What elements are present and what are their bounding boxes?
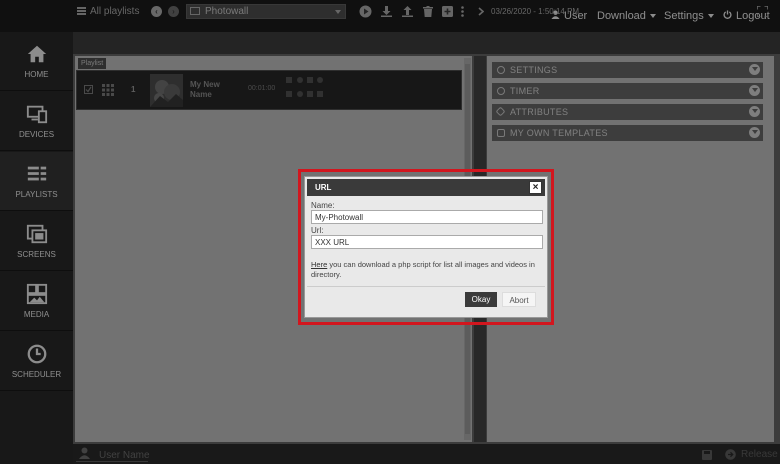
help-text: Here you can download a php script for l… [311,260,543,279]
url-input[interactable] [311,235,543,249]
help-link[interactable]: Here [311,260,327,269]
okay-button[interactable]: Okay [465,292,497,307]
name-input[interactable] [311,210,543,224]
url-dialog: URL × Name: Url: Here you can download a… [304,176,548,318]
dialog-divider [307,286,545,287]
abort-button[interactable]: Abort [502,292,536,307]
dialog-title: URL [315,183,332,192]
name-label: Name: [311,201,335,210]
close-button[interactable]: × [529,181,542,194]
dialog-header: URL × [307,179,545,196]
help-description: you can download a php script for list a… [311,260,535,279]
url-label: Url: [311,226,324,235]
close-icon: × [532,182,539,193]
